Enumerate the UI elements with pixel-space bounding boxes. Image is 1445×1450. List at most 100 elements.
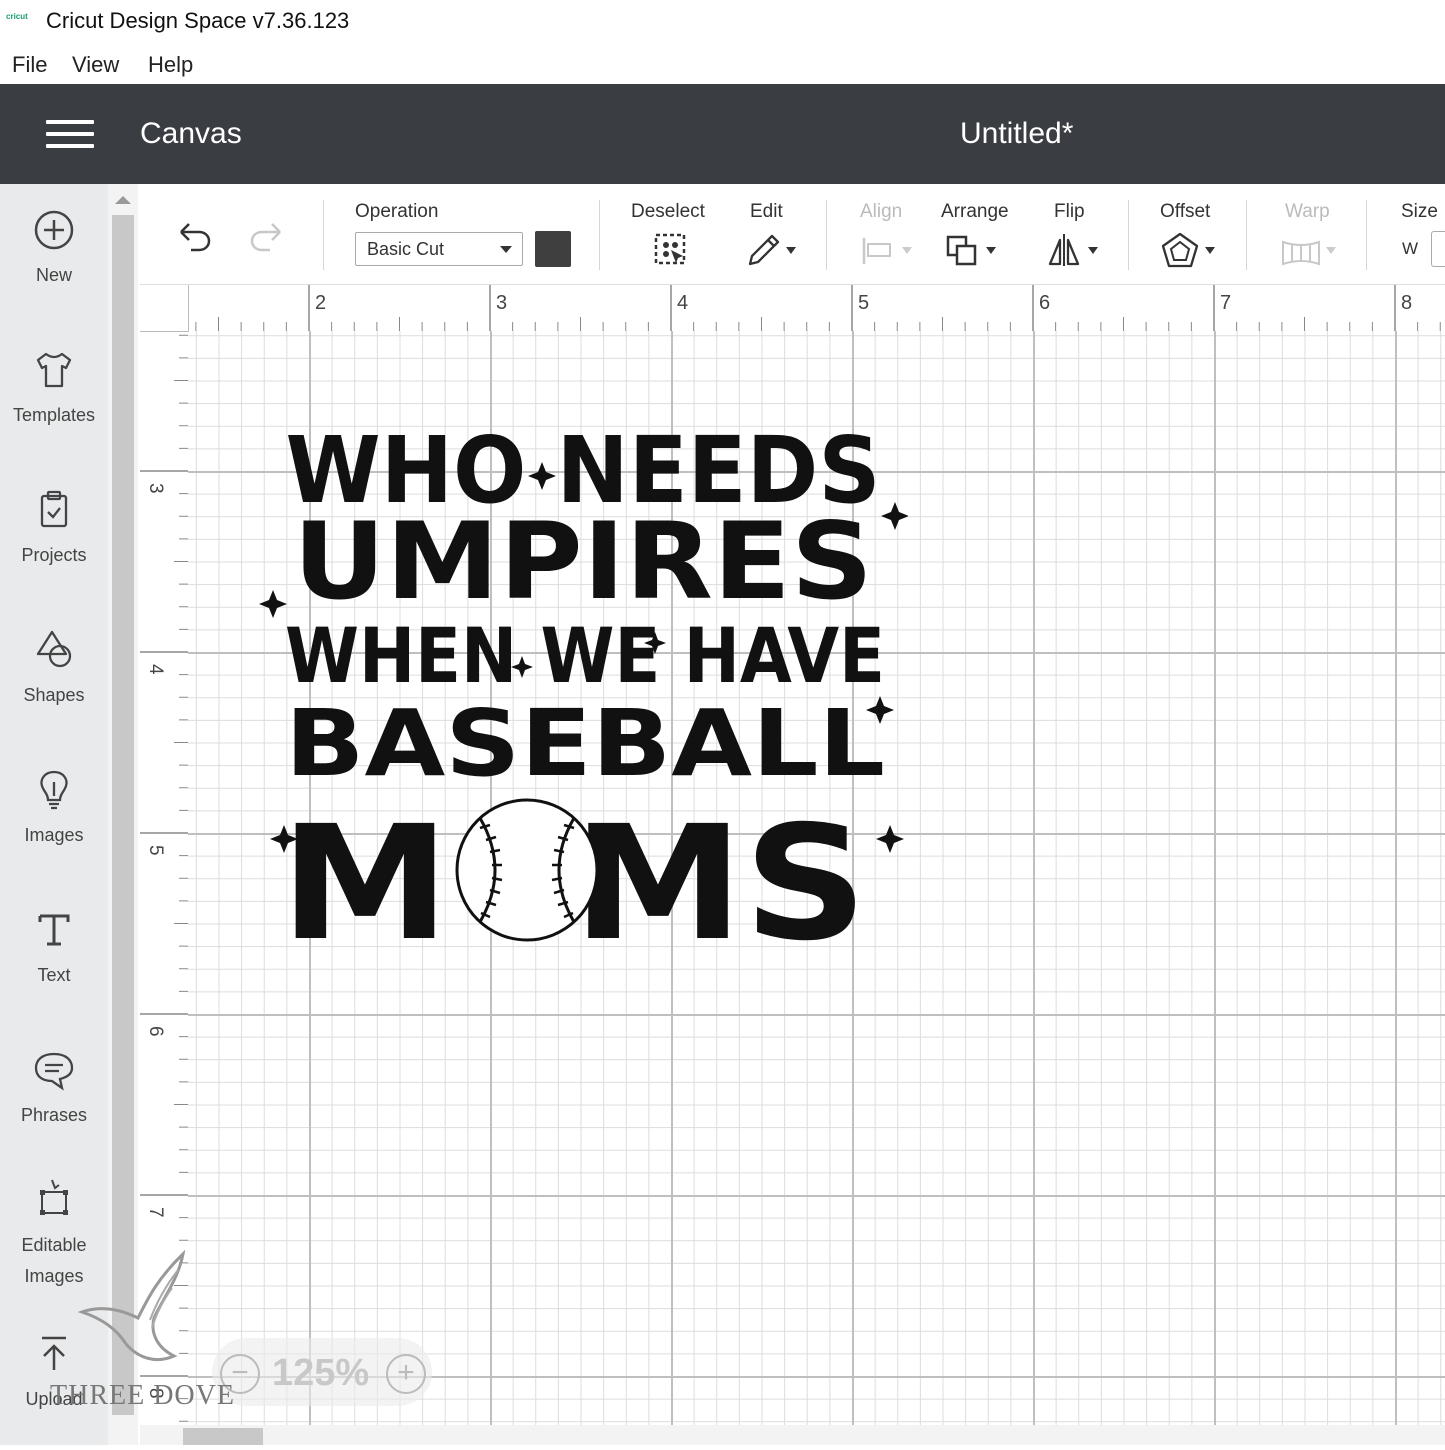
- flip-icon[interactable]: [1046, 232, 1082, 268]
- sidebar-item-label: Phrases: [20, 1105, 88, 1125]
- warp-dropdown-icon: [1326, 247, 1336, 254]
- horizontal-scroll-thumb[interactable]: [183, 1428, 263, 1445]
- ruler-label: 3: [496, 292, 507, 314]
- sidebar-item-label: Templates: [12, 405, 96, 425]
- sidebar-item-images[interactable]: Images: [0, 768, 108, 851]
- design-artwork[interactable]: WHO NEEDS UMPIRES WHEN WE HAVE BASEBALL …: [258, 410, 908, 955]
- sidebar-item-label: Projects: [21, 545, 87, 565]
- sidebar-item-label: Images: [24, 825, 84, 845]
- menu-file[interactable]: File: [12, 52, 47, 78]
- warp-label: Warp: [1285, 201, 1330, 222]
- align-icon: [862, 238, 891, 264]
- toolbar-divider: [323, 200, 324, 270]
- watermark-text: THREE DOVE: [50, 1380, 235, 1411]
- hamburger-menu-icon[interactable]: [46, 120, 94, 150]
- undo-icon[interactable]: [173, 220, 213, 254]
- sidebar-item-text[interactable]: Text: [0, 908, 108, 991]
- toolbar-divider: [1246, 200, 1247, 270]
- sidebar-scroll-thumb[interactable]: [112, 215, 134, 1415]
- offset-icon[interactable]: [1161, 232, 1199, 268]
- sidebar-item-new[interactable]: New: [0, 208, 108, 291]
- upload-icon: [42, 1336, 66, 1370]
- speech-bubble-icon: [34, 1052, 74, 1091]
- deselect-icon[interactable]: [653, 232, 689, 268]
- section-title: Canvas: [140, 117, 242, 150]
- ruler-label: 7: [1220, 292, 1231, 314]
- cricut-logo: cricut: [6, 12, 28, 21]
- document-title[interactable]: Untitled*: [960, 117, 1073, 151]
- zoom-control: − 125% +: [212, 1338, 432, 1406]
- sidebar-item-label: New: [35, 265, 72, 285]
- operation-color-swatch[interactable]: [535, 231, 571, 267]
- edit-toolbar: Operation Basic Cut Deselect Edit Align …: [140, 184, 1445, 285]
- dove-watermark-icon: [78, 1249, 186, 1361]
- clipboard-icon: [40, 490, 68, 528]
- arrange-dropdown-icon[interactable]: [986, 247, 996, 254]
- window-title: Cricut Design Space v7.36.123: [46, 8, 350, 33]
- design-line-3: WHEN WE HAVE: [285, 611, 885, 700]
- align-dropdown-icon: [902, 247, 912, 254]
- flip-label: Flip: [1054, 201, 1085, 222]
- toolbar-divider: [826, 200, 827, 270]
- size-width-input[interactable]: [1431, 231, 1445, 267]
- pencil-icon[interactable]: [744, 232, 784, 268]
- ruler-label: 5: [145, 845, 166, 856]
- ruler-label: 7: [145, 1207, 166, 1218]
- plus-circle-icon: [34, 210, 74, 250]
- ruler-label: 6: [1039, 292, 1050, 314]
- arrange-label: Arrange: [941, 201, 1009, 222]
- size-width-label: W: [1402, 239, 1419, 258]
- sidebar-item-templates[interactable]: Templates: [0, 348, 108, 431]
- shapes-icon: [36, 630, 72, 668]
- zoom-level: 125%: [272, 1352, 370, 1394]
- sidebar-item-label: Shapes: [23, 685, 85, 705]
- design-line-4: BASEBALL: [285, 690, 885, 797]
- horizontal-ruler: 2 3 4 5 6 7 8: [140, 285, 1445, 332]
- horizontal-scrollbar[interactable]: [140, 1425, 1445, 1445]
- zoom-in-button[interactable]: +: [386, 1354, 426, 1394]
- sidebar-item-projects[interactable]: Projects: [0, 488, 108, 571]
- operation-value: Basic Cut: [367, 239, 445, 259]
- menu-bar: File View Help: [0, 44, 1445, 84]
- edit-dropdown-icon[interactable]: [786, 247, 796, 254]
- tshirt-icon: [36, 352, 72, 388]
- lightbulb-icon: [40, 770, 68, 810]
- toolbar-divider: [1366, 200, 1367, 270]
- design-line-5-right: MS: [573, 792, 868, 955]
- baseball-icon: [455, 798, 599, 942]
- toolbar-divider: [1128, 200, 1129, 270]
- chevron-down-icon: [500, 246, 512, 253]
- toolbar-divider: [599, 200, 600, 270]
- text-t-icon: [38, 914, 70, 946]
- ruler-label: 4: [145, 664, 166, 675]
- flip-dropdown-icon[interactable]: [1088, 247, 1098, 254]
- title-bar: cricut Cricut Design Space v7.36.123: [0, 0, 1445, 44]
- redo-icon[interactable]: [248, 220, 288, 254]
- deselect-label: Deselect: [631, 201, 705, 222]
- ruler-corner: [140, 285, 189, 332]
- menu-help[interactable]: Help: [148, 52, 193, 78]
- design-line-2: UMPIRES: [293, 500, 873, 623]
- app-header: Canvas Untitled*: [0, 84, 1445, 184]
- ruler-label: 3: [145, 483, 166, 494]
- sidebar-item-shapes[interactable]: Shapes: [0, 628, 108, 711]
- offset-label: Offset: [1160, 201, 1211, 222]
- editable-image-icon: [40, 1179, 68, 1215]
- sidebar-item-phrases[interactable]: Phrases: [0, 1048, 108, 1131]
- ruler-label: 8: [1401, 292, 1412, 314]
- menu-view[interactable]: View: [72, 52, 119, 78]
- operation-select[interactable]: Basic Cut: [355, 232, 523, 266]
- ruler-label: 5: [858, 292, 869, 314]
- align-label: Align: [860, 201, 903, 222]
- warp-icon: [1282, 240, 1320, 266]
- scroll-up-arrow-icon[interactable]: [115, 196, 131, 204]
- ruler-label: 6: [145, 1026, 166, 1037]
- arrange-icon[interactable]: [945, 234, 981, 268]
- size-label: Size: [1401, 201, 1438, 222]
- sidebar-item-label: Text: [37, 965, 71, 985]
- operation-label: Operation: [355, 201, 439, 222]
- offset-dropdown-icon[interactable]: [1205, 247, 1215, 254]
- ruler-label: 4: [677, 292, 688, 314]
- edit-label: Edit: [750, 201, 783, 222]
- design-line-5-left: M: [280, 792, 450, 955]
